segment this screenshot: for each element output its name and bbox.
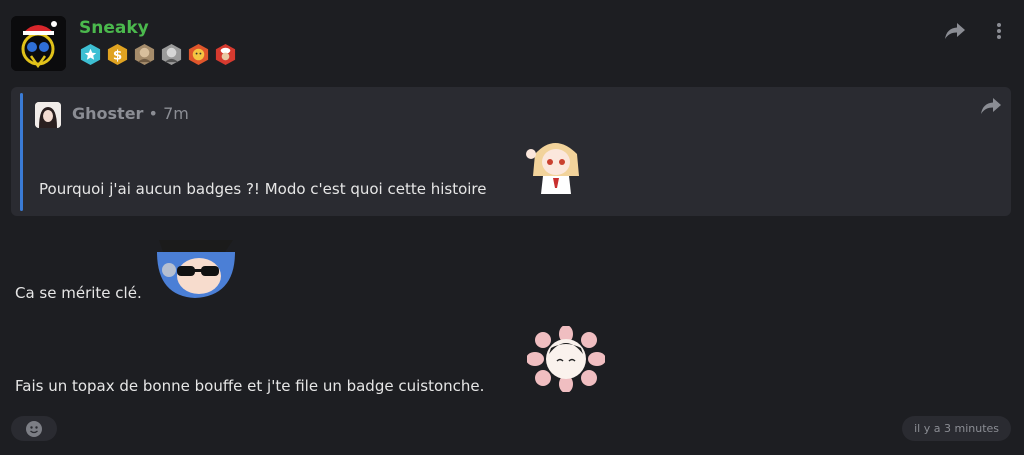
quote-author-avatar[interactable] (35, 102, 61, 128)
quoted-message: Ghoster • 7m Pourquoi j'ai aucun badges … (11, 87, 1011, 216)
quote-text: Pourquoi j'ai aucun badges ?! Modo c'est… (39, 180, 487, 198)
chef-badge-icon[interactable] (214, 43, 237, 66)
portrait-badge-icon[interactable] (160, 43, 183, 66)
quote-time: 7m (163, 104, 189, 123)
message-line: Ca se mérite clé. (15, 284, 142, 302)
anime-girl-sticker-icon (526, 143, 579, 194)
portrait-badge-icon[interactable] (133, 43, 156, 66)
emoji-icon (26, 420, 42, 437)
share-icon[interactable] (944, 20, 966, 42)
svg-text:$: $ (113, 48, 122, 63)
quote-header: Ghoster • 7m (72, 104, 189, 123)
face-badge-icon[interactable] (187, 43, 210, 66)
author-avatar[interactable] (11, 16, 66, 71)
sunglasses-sticker-icon (157, 240, 235, 298)
badge-list: $ (79, 43, 237, 66)
message-line: Fais un topax de bonne bouffe et j'te fi… (15, 377, 485, 395)
add-reaction-button[interactable] (11, 416, 57, 441)
more-icon[interactable] (988, 20, 1010, 42)
flower-sticker-icon (527, 326, 605, 392)
author-name[interactable]: Sneaky (79, 18, 149, 38)
quote-author-name[interactable]: Ghoster (72, 104, 143, 123)
quote-separator: • (148, 104, 158, 123)
message-timestamp: il y a 3 minutes (902, 416, 1011, 441)
quote-accent-bar (20, 93, 23, 211)
quote-share-icon[interactable] (981, 98, 1001, 118)
post-actions (944, 20, 1010, 42)
dollar-badge-icon[interactable]: $ (106, 43, 129, 66)
star-badge-icon[interactable] (79, 43, 102, 66)
